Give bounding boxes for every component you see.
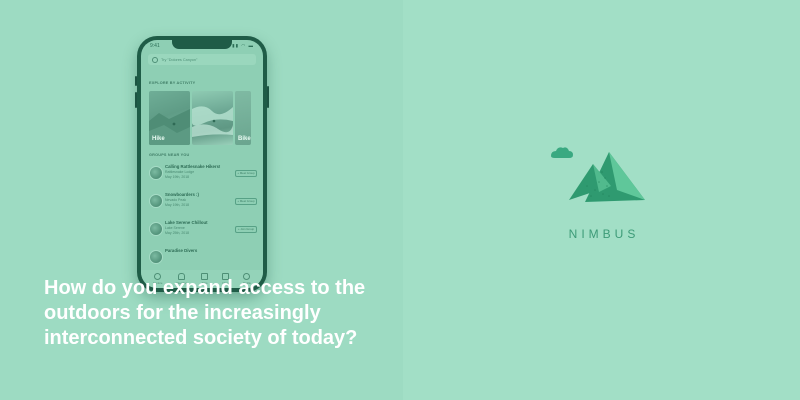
- group-avatar: [149, 166, 163, 180]
- group-avatar: [149, 222, 163, 236]
- activity-label: Hike: [152, 136, 165, 142]
- headline: How do you expand access to the outdoors…: [44, 277, 366, 349]
- group-item[interactable]: Paradise Divers: [149, 246, 257, 268]
- activity-label: Bike: [238, 136, 251, 142]
- group-avatar: [149, 194, 163, 208]
- meet-group-button[interactable]: + Meet Group: [235, 170, 257, 177]
- phone-notch: [172, 40, 232, 49]
- brand-name: NIMBUS: [568, 227, 640, 241]
- nimbus-logo: [551, 147, 645, 202]
- join-group-button[interactable]: + Join Group: [235, 226, 257, 233]
- status-icons: ▮▮ ◠ ▬: [232, 43, 254, 48]
- groups-heading: GROUPS NEAR YOU: [149, 153, 190, 157]
- group-date: May 19th, 2018: [165, 175, 190, 179]
- group-title: Lake Serene Chillout: [165, 220, 208, 225]
- status-time: 9:41: [150, 43, 160, 49]
- mountain-icon: [569, 152, 645, 202]
- search-placeholder: Try "Dolores Canyon": [161, 57, 198, 62]
- group-location: Lake Serene: [165, 226, 185, 230]
- activity-carousel: Hike Bike: [149, 91, 251, 145]
- search-icon: [152, 56, 158, 63]
- phone-power-button: [267, 86, 269, 108]
- activity-card-surf[interactable]: [192, 91, 233, 145]
- group-avatar: [149, 250, 163, 264]
- search-input[interactable]: Try "Dolores Canyon": [148, 54, 256, 65]
- group-date: May 25th, 2018: [165, 231, 190, 235]
- explore-heading: EXPLORE BY ACTIVITY: [149, 81, 196, 85]
- group-location: Rattlesnake Lodge: [165, 170, 195, 174]
- phone-screen: 9:41 ▮▮ ◠ ▬ Try "Dolores Canyon" EXPLORE…: [141, 40, 263, 288]
- group-item[interactable]: Lake Serene Chillout Lake Serene May 25t…: [149, 218, 257, 240]
- group-item[interactable]: Calling Rattlesnake Hikers! Rattlesnake …: [149, 162, 257, 184]
- group-title: Calling Rattlesnake Hikers!: [165, 164, 221, 169]
- group-location: Nevado Peak: [165, 198, 187, 202]
- phone-volume-button: [135, 92, 137, 108]
- group-title: Paradise Divers: [165, 248, 198, 253]
- surf-photo: [192, 106, 233, 137]
- activity-card-hike[interactable]: Hike: [149, 91, 190, 145]
- group-title: Snowboarders :): [165, 192, 199, 197]
- group-date: May 19th, 2018: [165, 203, 190, 207]
- phone-volume-button: [135, 76, 137, 86]
- meet-group-button[interactable]: + Meet Group: [235, 198, 257, 205]
- cloud-icon: [551, 147, 573, 158]
- activity-card-bike[interactable]: Bike: [235, 91, 251, 145]
- group-item[interactable]: Snowboarders :) Nevado Peak May 19th, 20…: [149, 190, 257, 212]
- phone-mockup: 9:41 ▮▮ ◠ ▬ Try "Dolores Canyon" EXPLORE…: [135, 36, 269, 292]
